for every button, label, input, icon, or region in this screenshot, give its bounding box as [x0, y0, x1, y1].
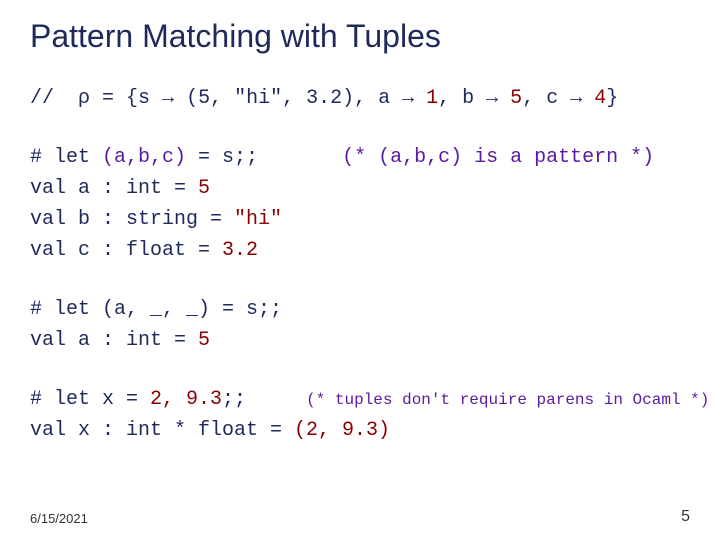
- t: val x : int * float =: [30, 419, 294, 442]
- t: # let (a, _, _) = s;;: [30, 298, 282, 321]
- footer-date: 6/15/2021: [30, 511, 88, 526]
- t: (5, "hi", 3.2), a: [174, 87, 402, 110]
- t: , c: [522, 87, 570, 110]
- t: 2, 9.3: [150, 388, 222, 411]
- slide: Pattern Matching with Tuples // ρ = {s →…: [0, 0, 720, 540]
- env-line: // ρ = {s → (5, "hi", 3.2), a → 1, b → 5…: [30, 83, 690, 114]
- t: 5: [198, 329, 210, 352]
- t: val a : int =: [30, 177, 198, 200]
- t: = {s: [90, 87, 162, 110]
- t: = s;;: [186, 146, 258, 169]
- comment: (* (a,b,c) is a pattern *): [342, 146, 654, 169]
- code-block-1: # let (a,b,c) = s;; (* (a,b,c) is a patt…: [30, 142, 690, 266]
- t: # let x =: [30, 388, 150, 411]
- t: 3.2: [222, 239, 258, 262]
- arrow-icon: →: [162, 87, 174, 110]
- pad: [246, 388, 306, 411]
- t: //: [30, 87, 78, 110]
- rho: ρ: [78, 87, 90, 110]
- t: (2, 9.3): [294, 419, 390, 442]
- t: ;;: [222, 388, 246, 411]
- t: }: [606, 87, 618, 110]
- arrow-icon: →: [486, 87, 498, 110]
- t: # let: [30, 146, 102, 169]
- t: 5: [498, 87, 522, 110]
- arrow-icon: →: [570, 87, 582, 110]
- slide-title: Pattern Matching with Tuples: [30, 18, 690, 55]
- code-block-2: # let (a, _, _) = s;; val a : int = 5: [30, 294, 690, 356]
- t: (a,b,c): [102, 146, 186, 169]
- page-number: 5: [681, 508, 690, 526]
- arrow-icon: →: [402, 87, 414, 110]
- t: 4: [582, 87, 606, 110]
- t: val a : int =: [30, 329, 198, 352]
- t: val b : string =: [30, 208, 234, 231]
- t: val c : float =: [30, 239, 222, 262]
- comment: (* tuples don't require parens in Ocaml …: [306, 391, 709, 409]
- t: "hi": [234, 208, 282, 231]
- t: 5: [198, 177, 210, 200]
- code-block-3: # let x = 2, 9.3;; (* tuples don't requi…: [30, 384, 690, 446]
- t: , b: [438, 87, 486, 110]
- pad: [258, 146, 342, 169]
- t: 1: [414, 87, 438, 110]
